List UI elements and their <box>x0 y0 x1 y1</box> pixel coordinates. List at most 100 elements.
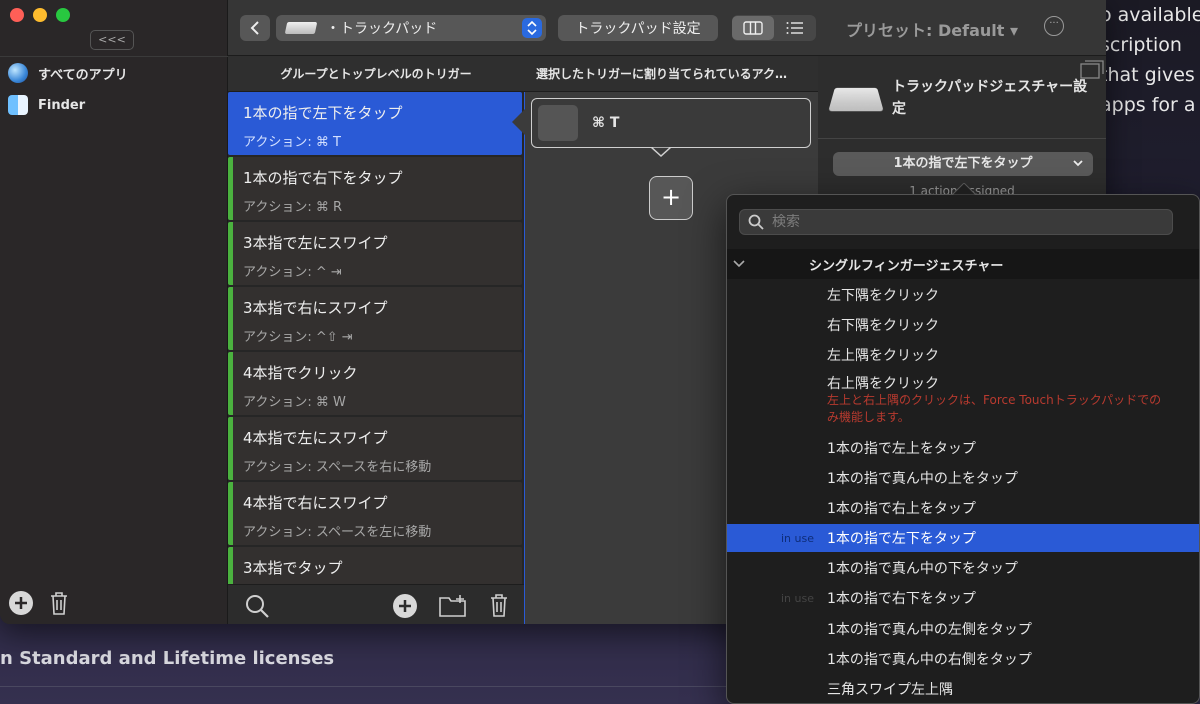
trigger-item[interactable]: 3本指でタップ <box>228 547 522 587</box>
stepper-icon <box>522 18 542 38</box>
gesture-option[interactable]: 1本の指で真ん中の右側をタップ <box>727 645 1199 673</box>
zoom-window-button[interactable] <box>56 8 70 22</box>
trigger-action: アクション: ⌘ R <box>243 200 343 215</box>
add-trigger-button[interactable] <box>392 593 418 619</box>
trigger-action: アクション: ⌘ T <box>243 135 341 150</box>
chevron-down-icon <box>1073 160 1083 167</box>
trigger-item[interactable]: 3本指で左にスワイプ アクション: ^ ⇥ <box>228 222 522 285</box>
background-divider <box>0 686 730 687</box>
gesture-option[interactable]: 三角スワイプ左上隅 <box>727 675 1199 703</box>
chevron-down-icon <box>733 260 745 268</box>
gesture-option[interactable]: 右下隅をクリック <box>727 311 1199 339</box>
gesture-option[interactable]: 1本の指で真ん中の下をタップ <box>727 554 1199 582</box>
trash-icon[interactable] <box>48 590 70 616</box>
trackpad-icon <box>284 22 318 34</box>
trigger-item[interactable]: 4本指で右にスワイプ アクション: スペースを左に移動 <box>228 482 522 545</box>
search-icon <box>748 214 764 230</box>
sidebar-item-all-apps[interactable]: すべてのアプリ <box>0 58 228 88</box>
new-folder-icon[interactable] <box>438 594 468 618</box>
gesture-option[interactable]: in use 1本の指で右下をタップ <box>727 584 1199 612</box>
action-card-pointer <box>651 147 671 157</box>
popover-pointer <box>952 183 976 195</box>
search-icon[interactable] <box>244 593 270 619</box>
trigger-action: アクション: ^⇧ ⇥ <box>243 330 353 345</box>
in-use-badge: in use <box>781 531 814 545</box>
column-view-button[interactable] <box>732 16 774 40</box>
trigger-title: 1本の指で右下をタップ <box>243 169 403 187</box>
trigger-item[interactable]: 4本指で左にスワイプ アクション: スペースを右に移動 <box>228 417 522 480</box>
sidebar-footer <box>8 590 70 616</box>
view-toggle <box>732 15 816 41</box>
trigger-list-footer <box>228 584 524 624</box>
gesture-group-label: シングルフィンガージェスチャー <box>809 258 1004 274</box>
trackpad-settings-button[interactable]: トラックパッド設定 <box>558 15 718 41</box>
gesture-dropdown: シングルフィンガージェスチャー 左下隅をクリック 右下隅をクリック 左上隅をクリ… <box>726 194 1200 704</box>
trigger-title: 4本指でクリック <box>243 364 358 382</box>
trigger-type-label: 1本の指で左下をタップ <box>893 156 1033 171</box>
trigger-list: 1本の指で左下をタップ アクション: ⌘ T 1本の指で右下をタップ アクション… <box>228 92 524 587</box>
trigger-title: 3本指で左にスワイプ <box>243 234 388 252</box>
list-view-button[interactable] <box>774 16 816 40</box>
trigger-item[interactable]: 1本の指で右下をタップ アクション: ⌘ R <box>228 157 522 220</box>
background-heading: n Standard and Lifetime licenses <box>0 648 335 669</box>
search-field[interactable] <box>739 209 1173 235</box>
trigger-title: 3本指で右にスワイプ <box>243 299 388 317</box>
triggers-column-header: グループとトップレベルのトリガー <box>228 56 524 92</box>
collapse-sidebar-button[interactable]: <<< <box>90 30 134 50</box>
trigger-action: アクション: ⌘ W <box>243 395 346 410</box>
trigger-type-select[interactable]: 1本の指で左下をタップ <box>833 152 1093 176</box>
toolbar: ・トラックパッド トラックパッド設定 プリセット: Default ▾ ··· <box>228 0 1106 56</box>
trigger-title: 4本指で左にスワイプ <box>243 429 388 447</box>
sidebar-item-label: Finder <box>38 97 86 113</box>
sidebar-item-label: すべてのアプリ <box>38 67 128 83</box>
search-input[interactable] <box>772 214 1152 230</box>
inspector-divider <box>818 138 1106 139</box>
more-options-icon[interactable]: ··· <box>1044 16 1064 36</box>
device-select[interactable]: ・トラックパッド <box>276 15 546 41</box>
sidebar-item-finder[interactable]: Finder <box>0 90 228 120</box>
trigger-title: 4本指で右にスワイプ <box>243 494 388 512</box>
back-button[interactable] <box>240 15 270 41</box>
action-icon <box>538 105 578 141</box>
preset-selector[interactable]: プリセット: Default ▾ <box>846 17 1018 41</box>
gesture-option[interactable]: 1本の指で真ん中の左側をタップ <box>727 615 1199 643</box>
gesture-option-label: 1本の指で左下をタップ <box>827 531 976 547</box>
action-label: ⌘ T <box>592 115 620 131</box>
trigger-item[interactable]: 4本指でクリック アクション: ⌘ W <box>228 352 522 415</box>
bg-line: o available <box>1100 4 1200 26</box>
trigger-title: 3本指でタップ <box>243 559 343 577</box>
bg-line: apps for a <box>1100 94 1196 116</box>
chevron-left-icon <box>250 21 259 35</box>
globe-icon <box>8 63 28 83</box>
gesture-option[interactable]: 1本の指で左上をタップ <box>727 434 1199 462</box>
trigger-action: アクション: スペースを左に移動 <box>243 525 432 540</box>
add-app-button[interactable] <box>8 590 34 616</box>
trigger-item[interactable]: 1本の指で左下をタップ アクション: ⌘ T <box>228 92 522 155</box>
columns-icon <box>743 21 763 35</box>
force-touch-note: 左上と右上隅のクリックは、Force Touchトラックパッドでのみ機能します。 <box>827 393 1162 424</box>
gesture-option[interactable]: 1本の指で真ん中の上をタップ <box>727 464 1199 492</box>
bg-line: scription <box>1100 34 1182 56</box>
gesture-option-label: 1本の指で右下をタップ <box>827 591 976 607</box>
actions-column-header: 選択したトリガーに割り当てられているアク… <box>524 56 818 92</box>
finder-icon <box>8 95 28 115</box>
gesture-option-selected[interactable]: in use 1本の指で左下をタップ <box>727 524 1199 552</box>
gesture-option[interactable]: 1本の指で右上をタップ <box>727 494 1199 522</box>
trash-icon[interactable] <box>488 592 510 618</box>
add-action-button[interactable]: + <box>649 176 693 220</box>
gesture-option[interactable]: 左下隅をクリック <box>727 281 1199 309</box>
close-window-button[interactable] <box>10 8 24 22</box>
selection-pointer <box>512 108 526 136</box>
bg-line: that gives <box>1100 64 1195 86</box>
list-icon <box>786 22 803 34</box>
gesture-option[interactable]: 左上隅をクリック <box>727 341 1199 369</box>
minimize-window-button[interactable] <box>33 8 47 22</box>
in-use-badge: in use <box>781 591 814 605</box>
trigger-action: アクション: スペースを右に移動 <box>243 460 432 475</box>
device-select-label: ・トラックパッド <box>326 21 438 37</box>
action-item[interactable]: ⌘ T <box>531 98 811 148</box>
sidebar: <<< すべてのアプリ Finder <box>0 0 228 624</box>
sidebar-divider <box>0 56 228 57</box>
gesture-group-header[interactable]: シングルフィンガージェスチャー <box>727 249 1199 279</box>
trigger-item[interactable]: 3本指で右にスワイプ アクション: ^⇧ ⇥ <box>228 287 522 350</box>
